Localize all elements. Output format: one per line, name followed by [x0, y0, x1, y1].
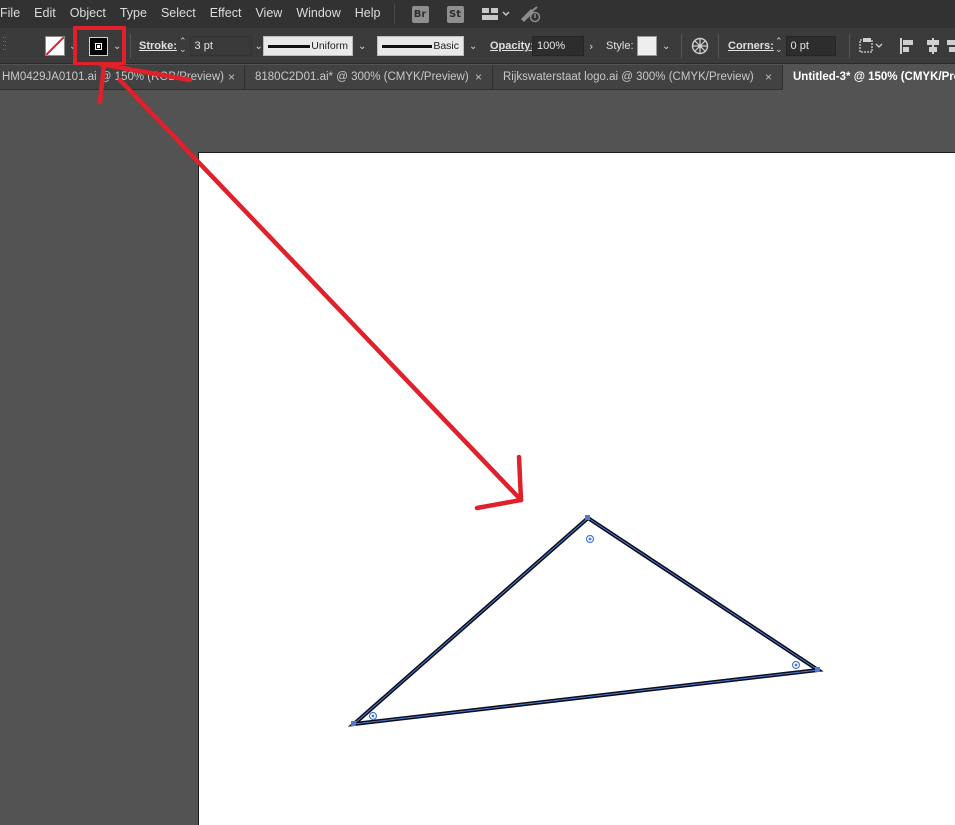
annotation-arrow-icon: [97, 61, 524, 511]
triangle-shape[interactable]: [347, 515, 824, 727]
canvas-overlay: [97, 61, 824, 727]
corner-widget-icon[interactable]: [368, 534, 801, 721]
anchor-points[interactable]: [351, 515, 820, 726]
